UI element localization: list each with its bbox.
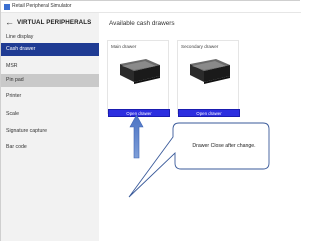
open-drawer-button[interactable]: Open drawer	[178, 109, 240, 117]
app-window: Retail Peripheral Simulator ← VIRTUAL PE…	[0, 0, 301, 241]
drawer-card-main: Main drawer Open drawer	[107, 40, 170, 117]
app-icon	[4, 4, 10, 10]
sidebar: ← VIRTUAL PERIPHERALS Line display Cash …	[1, 13, 99, 241]
sidebar-item-scale[interactable]: Scale	[1, 108, 99, 121]
sidebar-title: VIRTUAL PERIPHERALS	[17, 19, 92, 26]
drawer-card-secondary: Secondary drawer Open drawer	[177, 40, 240, 117]
drawer-label: Secondary drawer	[181, 44, 219, 49]
main-panel: Available cash drawers Main drawer Open …	[99, 13, 301, 241]
sidebar-item-bar-code[interactable]: Bar code	[1, 141, 99, 154]
sidebar-item-pin-pad[interactable]: Pin pad	[1, 74, 99, 87]
back-arrow-icon[interactable]: ←	[5, 17, 14, 28]
sidebar-item-cash-drawer[interactable]: Cash drawer	[1, 43, 99, 56]
title-bar: Retail Peripheral Simulator	[1, 1, 301, 13]
cash-drawer-image	[120, 59, 160, 84]
sidebar-item-msr[interactable]: MSR	[1, 60, 99, 73]
page-title: Available cash drawers	[109, 20, 175, 27]
window-title: Retail Peripheral Simulator	[12, 3, 72, 9]
sidebar-item-printer[interactable]: Printer	[1, 90, 99, 103]
open-drawer-button[interactable]: Open drawer	[108, 109, 170, 117]
sidebar-item-signature-capture[interactable]: Signature capture	[1, 125, 99, 138]
cash-drawer-image	[190, 59, 230, 84]
callout-text: Drawer Close after change.	[192, 143, 256, 149]
sidebar-header: ← VIRTUAL PERIPHERALS	[1, 16, 99, 32]
drawer-label: Main drawer	[111, 44, 137, 49]
